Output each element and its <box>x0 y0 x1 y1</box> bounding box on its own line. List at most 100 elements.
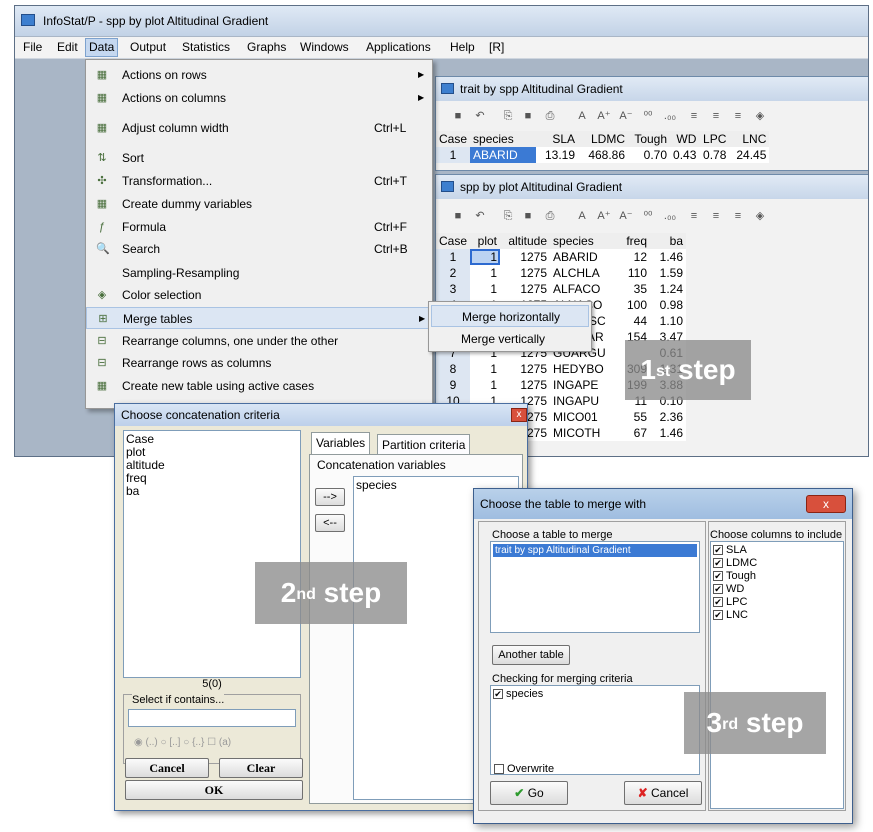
table-cell[interactable]: 12 <box>614 249 650 265</box>
row-number[interactable]: 1 <box>436 147 471 163</box>
table-cell[interactable]: 1.59 <box>650 265 686 281</box>
menu-item[interactable]: ⊟ Rearrange columns, one under the other <box>86 330 432 352</box>
table-cell[interactable]: 0.43 <box>670 147 699 163</box>
table-cell[interactable]: 1 <box>470 377 500 393</box>
merge-horizontally-item[interactable]: Merge horizontally <box>431 305 589 327</box>
checkbox[interactable]: ✔ <box>713 571 723 582</box>
row-number[interactable]: 3 <box>436 281 471 297</box>
decimal-decrease-icon[interactable]: .₀₀ <box>662 109 678 123</box>
column-option[interactable]: ✔ LDMC <box>713 557 841 570</box>
font-increase-icon[interactable]: A⁺ <box>596 209 612 223</box>
copy-icon[interactable]: ⎘ <box>500 209 516 223</box>
column-option[interactable]: ✔ WD <box>713 583 841 596</box>
menu-statistics[interactable]: Statistics <box>182 40 230 54</box>
checkbox[interactable]: ✔ <box>713 558 723 569</box>
align-center-icon[interactable]: ≡ <box>708 209 724 223</box>
checkbox[interactable]: ✔ <box>713 597 723 608</box>
color-icon[interactable]: ◈ <box>752 209 768 223</box>
grid-icon[interactable]: ■ <box>450 109 466 123</box>
table-row[interactable]: 1 ABARID 13.19 468.86 0.70 0.43 0.78 24.45 <box>436 147 769 163</box>
variable-item[interactable]: altitude <box>126 459 298 472</box>
table-row[interactable]: 1 1 1275 ABARID 12 1.46 <box>436 249 686 265</box>
menu-data[interactable]: Data <box>85 38 119 57</box>
menu-item[interactable]: ◈ Color selection <box>86 284 432 306</box>
table-cell[interactable]: 1.10 <box>650 313 686 329</box>
columns-list[interactable]: ✔ SLA ✔ LDMC ✔ Tough ✔ WD ✔ LPC ✔ LNC <box>710 541 844 809</box>
column-option[interactable]: ✔ SLA <box>713 544 841 557</box>
menu-item[interactable]: ⊞ Merge tables ▶ <box>86 307 432 329</box>
menu-item[interactable]: ▦ Create new table using active cases <box>86 375 432 397</box>
table-cell[interactable]: 1.46 <box>650 249 686 265</box>
table-cell[interactable]: 0.98 <box>650 297 686 313</box>
align-left-icon[interactable]: ≡ <box>686 109 702 123</box>
criteria-list[interactable]: ✔ species <box>490 685 700 775</box>
color-icon[interactable]: ◈ <box>752 109 768 123</box>
font-icon[interactable]: A <box>574 209 590 223</box>
align-center-icon[interactable]: ≡ <box>708 109 724 123</box>
row-number[interactable]: 1 <box>436 249 471 265</box>
menu-edit[interactable]: Edit <box>57 40 78 54</box>
menu-file[interactable]: File <box>23 40 42 54</box>
remove-variable-button[interactable]: <-- <box>315 514 345 532</box>
table-cell[interactable]: 35 <box>614 281 650 297</box>
menu-r[interactable]: [R] <box>489 40 504 54</box>
table-cell[interactable]: 44 <box>614 313 650 329</box>
copy-icon[interactable]: ⎘ <box>500 109 516 123</box>
variable-item[interactable]: ba <box>126 485 298 498</box>
checkbox[interactable]: ✔ <box>713 610 723 621</box>
table-list[interactable]: trait by spp Altitudinal Gradient <box>490 541 700 633</box>
menu-item[interactable]: ⇅ Sort <box>86 147 432 169</box>
tab-partition[interactable]: Partition criteria <box>377 434 471 454</box>
overwrite-checkbox[interactable] <box>494 764 504 775</box>
column-header[interactable]: ba <box>650 233 687 249</box>
menu-item[interactable]: ✣ Transformation... Ctrl+T <box>86 170 432 192</box>
row-number[interactable]: 9 <box>436 377 471 393</box>
check-a[interactable]: ☐ <box>207 737 219 748</box>
column-header[interactable]: LDMC <box>578 131 629 147</box>
table-cell[interactable]: 1.24 <box>650 281 686 297</box>
column-header[interactable]: species <box>470 131 537 147</box>
column-header[interactable]: Tough <box>628 131 671 147</box>
table-cell[interactable]: 24.45 <box>729 147 769 163</box>
variables-list[interactable]: Case plot altitude freq ba <box>123 430 301 678</box>
undo-icon[interactable]: ↶ <box>472 109 488 123</box>
column-header[interactable]: Case <box>436 131 471 147</box>
table-cell[interactable]: ALCHLA <box>550 265 614 281</box>
table-cell[interactable]: MICOTH <box>550 425 614 441</box>
table-cell[interactable]: 1275 <box>500 249 550 265</box>
trait-window[interactable]: trait by spp Altitudinal Gradient ■ ↶ ⎘ … <box>435 76 868 171</box>
column-header[interactable]: Case <box>436 233 471 249</box>
undo-icon[interactable]: ↶ <box>472 209 488 223</box>
column-header[interactable]: LPC <box>699 131 730 147</box>
grid-icon[interactable]: ■ <box>450 209 466 223</box>
table-cell[interactable]: 110 <box>614 265 650 281</box>
table-cell[interactable]: 13.19 <box>536 147 578 163</box>
table-cell[interactable]: 1.46 <box>650 425 686 441</box>
table-list-item[interactable]: trait by spp Altitudinal Gradient <box>493 544 697 557</box>
table-cell[interactable]: 1275 <box>500 281 550 297</box>
paste-icon[interactable]: ■ <box>520 109 536 123</box>
table-cell[interactable]: INGAPU <box>550 393 614 409</box>
menu-applications[interactable]: Applications <box>366 40 431 54</box>
table-cell[interactable]: 1 <box>470 249 501 265</box>
column-option[interactable]: ✔ Tough <box>713 570 841 583</box>
column-option[interactable]: ✔ LPC <box>713 596 841 609</box>
variable-item[interactable]: freq <box>126 472 298 485</box>
table-cell[interactable]: ABARID <box>550 249 614 265</box>
decimal-increase-icon[interactable]: ⁰⁰ <box>640 209 656 223</box>
font-icon[interactable]: A <box>574 109 590 123</box>
column-header[interactable]: altitude <box>500 233 551 249</box>
menu-help[interactable]: Help <box>450 40 475 54</box>
table-cell[interactable]: 1275 <box>500 265 550 281</box>
add-variable-button[interactable]: --> <box>315 488 345 506</box>
checkbox[interactable]: ✔ <box>493 689 503 700</box>
table-cell[interactable]: 1 <box>470 265 500 281</box>
align-right-icon[interactable]: ≡ <box>730 209 746 223</box>
cancel-button[interactable]: Cancel <box>125 758 209 778</box>
table-cell[interactable]: HEDYBO <box>550 361 614 377</box>
checkbox[interactable]: ✔ <box>713 584 723 595</box>
menu-item[interactable]: ▦ Actions on columns ▶ <box>86 87 432 109</box>
close-icon[interactable]: x <box>511 408 527 422</box>
merge-vertically-item[interactable]: Merge vertically <box>431 328 589 350</box>
font-increase-icon[interactable]: A⁺ <box>596 109 612 123</box>
